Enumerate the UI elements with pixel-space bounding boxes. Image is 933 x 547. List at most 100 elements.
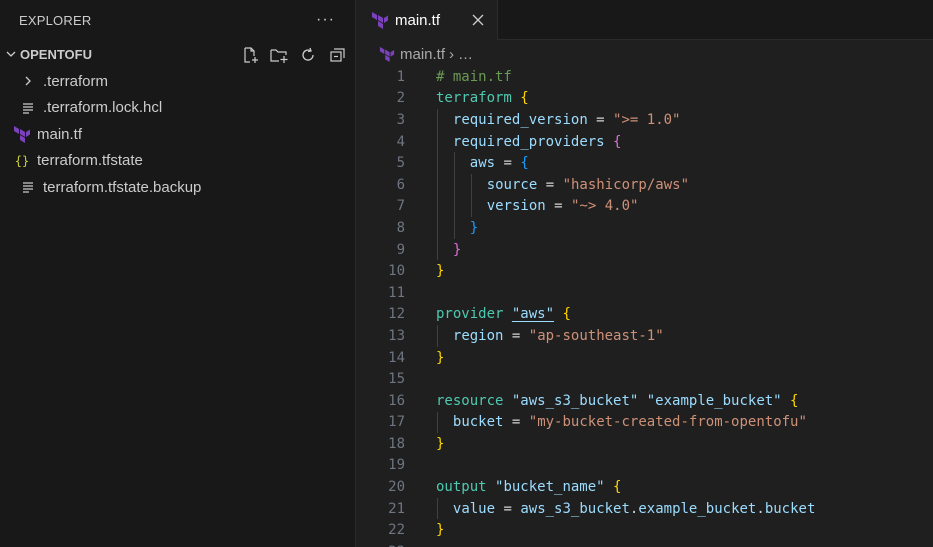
line-number: 13 [388,327,405,344]
line-number: 14 [388,349,405,366]
code-line[interactable]: 11 [357,282,933,304]
code-line[interactable]: 8} [357,217,933,239]
code-line[interactable]: 19 [357,455,933,477]
refresh-icon[interactable] [297,44,318,65]
code-line[interactable]: 10} [357,260,933,282]
code-token: } [436,435,445,452]
code-token: } [469,219,479,236]
code-line[interactable]: 5 aws = { [357,152,933,174]
indent-guide [437,497,438,520]
terraform-icon [371,11,389,29]
code-editor[interactable]: 1 # main.tf 2 terraform {3 required_version … [357,66,933,547]
tree-item-main-tf[interactable]: main.tf [0,121,355,148]
chevron-right-icon [19,75,37,87]
new-folder-icon[interactable] [268,44,289,65]
code-token: output [436,479,487,496]
code-token: = [537,176,563,193]
code-token: } [452,241,462,258]
code-line[interactable]: 15 [357,368,933,390]
code-line[interactable]: 12 provider "aws" { [357,304,933,326]
code-line[interactable]: 3 required_version = ">= 1.0" [357,109,933,131]
breadcrumb: main.tf › … [357,41,933,67]
line-number: 6 [396,176,405,193]
breadcrumb-symbols[interactable]: … [458,46,473,63]
workspace-section-header[interactable]: OPENTOFU [0,40,355,68]
tree-item-label: .terraform.lock.hcl [43,99,163,117]
tree-item-label: main.tf [37,125,83,143]
indent-guide [437,217,438,239]
code-token: # main.tf [436,68,512,85]
code-text: } [436,260,444,282]
code-token: { [790,392,799,409]
code-text: } [436,433,444,455]
code-line[interactable]: 4 required_providers { [357,130,933,153]
code-token: = [495,500,521,517]
line-number: 11 [388,284,405,301]
code-token: { [520,155,529,172]
line-number: 3 [396,111,405,128]
file-tree: .terraform .terraform.lock.hcl main.tf {… [0,68,355,201]
code-line[interactable]: 2 terraform { [357,88,933,110]
code-line[interactable]: 16 resource "aws_s3_bucket" "example_buck… [357,390,933,412]
code-text: region = "ap-southeast-1" [453,325,664,347]
line-number: 5 [396,155,405,172]
code-token: } [436,349,445,366]
code-token: = [545,198,571,215]
code-token: . [629,500,639,517]
line-number: 8 [396,219,405,236]
code-line[interactable]: 22} [357,519,933,541]
code-text: terraform { [436,88,529,110]
code-token: source [486,176,538,193]
close-icon[interactable] [468,10,488,30]
json-braces-icon: {} [14,153,30,168]
terraform-icon [13,125,31,144]
collapse-all-icon[interactable] [326,44,347,65]
code-token: "aws_s3_bucket" [511,392,639,409]
code-token: "~> 4.0" [571,198,639,215]
code-token: = [503,327,529,344]
indent-guide [453,173,455,196]
line-number: 4 [396,133,405,150]
tree-item-tfstate[interactable]: {} terraform.tfstate [0,148,355,175]
code-line[interactable]: 9} [357,238,933,261]
code-line[interactable]: 23 [357,541,933,547]
more-actions-button[interactable]: ··· [316,11,335,29]
code-text: # main.tf [436,66,512,88]
new-file-icon[interactable] [239,44,260,65]
code-line[interactable]: 18} [357,433,933,455]
code-token: terraform [436,90,512,107]
code-token: { [562,306,571,323]
line-number: 15 [388,371,405,388]
code-text: provider "aws" { [436,304,571,326]
code-token: "aws" [511,306,555,323]
line-number: 12 [388,306,405,323]
lines-icon [19,102,37,114]
code-line[interactable]: 13 region = "ap-southeast-1" [357,325,933,347]
tree-item-lock-file[interactable]: .terraform.lock.hcl [0,95,355,122]
tree-item-tfstate-backup[interactable]: terraform.tfstate.backup [0,174,355,201]
breadcrumb-file[interactable]: main.tf [379,46,445,63]
code-line[interactable]: 6 source = "hashicorp/aws" [357,173,933,196]
tree-item-terraform-folder[interactable]: .terraform [0,68,355,95]
line-number: 7 [396,198,405,215]
code-line[interactable]: 17 bucket = "my-bucket-created-from-opent… [357,411,933,434]
code-line[interactable]: 1 # main.tf [357,66,933,88]
code-line[interactable]: 20 output "bucket_name" { [357,476,933,498]
code-line[interactable]: 14} [357,347,933,369]
indent-guide [437,325,438,347]
line-number: 17 [388,414,405,431]
indent-guide [453,152,455,174]
code-line[interactable]: 7 version = "~> 4.0" [357,195,933,218]
explorer-title: EXPLORER [19,12,92,28]
code-text: } [470,217,478,239]
code-token: = [495,155,521,172]
line-number: 21 [388,500,405,517]
code-token: "my-bucket-created-from-opentofu" [528,414,807,431]
tree-item-label: .terraform [43,72,109,90]
tab-main-tf[interactable]: main.tf [357,0,498,40]
code-token: "example_bucket" [646,392,782,409]
code-line[interactable]: 21 value = aws_s3_bucket. example_bucket. b… [357,497,933,520]
indent-guide [470,173,472,196]
